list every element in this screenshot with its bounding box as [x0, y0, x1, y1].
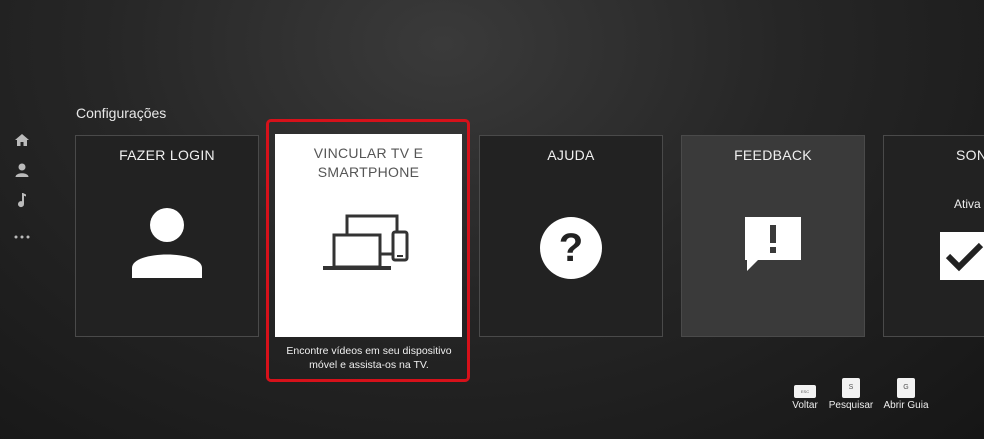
more-icon[interactable]: [13, 228, 31, 246]
card-label: FAZER LOGIN: [119, 147, 215, 163]
hint-back-label: Voltar: [792, 400, 818, 411]
key-g: G: [897, 378, 915, 398]
music-note-icon[interactable]: [13, 191, 31, 209]
card-description-line1: Encontre vídeos em seu dispositivo: [286, 345, 452, 357]
card-login[interactable]: FAZER LOGIN: [75, 135, 259, 337]
card-label: SON: [956, 147, 984, 163]
card-feedback[interactable]: FEEDBACK: [681, 135, 865, 337]
help-icon: ?: [539, 216, 603, 285]
card-sublabel: Ativa: [954, 197, 981, 211]
user-icon[interactable]: [13, 161, 31, 179]
hint-guide[interactable]: G Abrir Guia: [880, 378, 932, 411]
key-esc: ESC: [794, 385, 816, 398]
card-help[interactable]: AJUDA ?: [479, 135, 663, 337]
hint-search-label: Pesquisar: [828, 400, 874, 411]
key-s: S: [842, 378, 860, 398]
card-partial[interactable]: SON Ativa: [883, 135, 984, 337]
focus-highlight: [266, 119, 470, 382]
card-label: FEEDBACK: [734, 147, 812, 163]
hint-guide-label: Abrir Guia: [883, 400, 929, 411]
card-description: Encontre vídeos em seu dispositivo móvel…: [274, 344, 464, 372]
feedback-icon: [742, 214, 804, 279]
hint-search[interactable]: S Pesquisar: [826, 378, 876, 411]
section-title: Configurações: [76, 105, 167, 121]
card-description-line2: móvel e assista-os na TV.: [309, 359, 429, 371]
home-icon[interactable]: [13, 131, 31, 149]
checkbox-checked-icon: [940, 232, 984, 280]
user-silhouette-icon: [131, 206, 203, 283]
card-label: AJUDA: [547, 147, 595, 163]
hint-back[interactable]: ESC Voltar: [789, 378, 821, 411]
svg-text:?: ?: [559, 226, 583, 270]
